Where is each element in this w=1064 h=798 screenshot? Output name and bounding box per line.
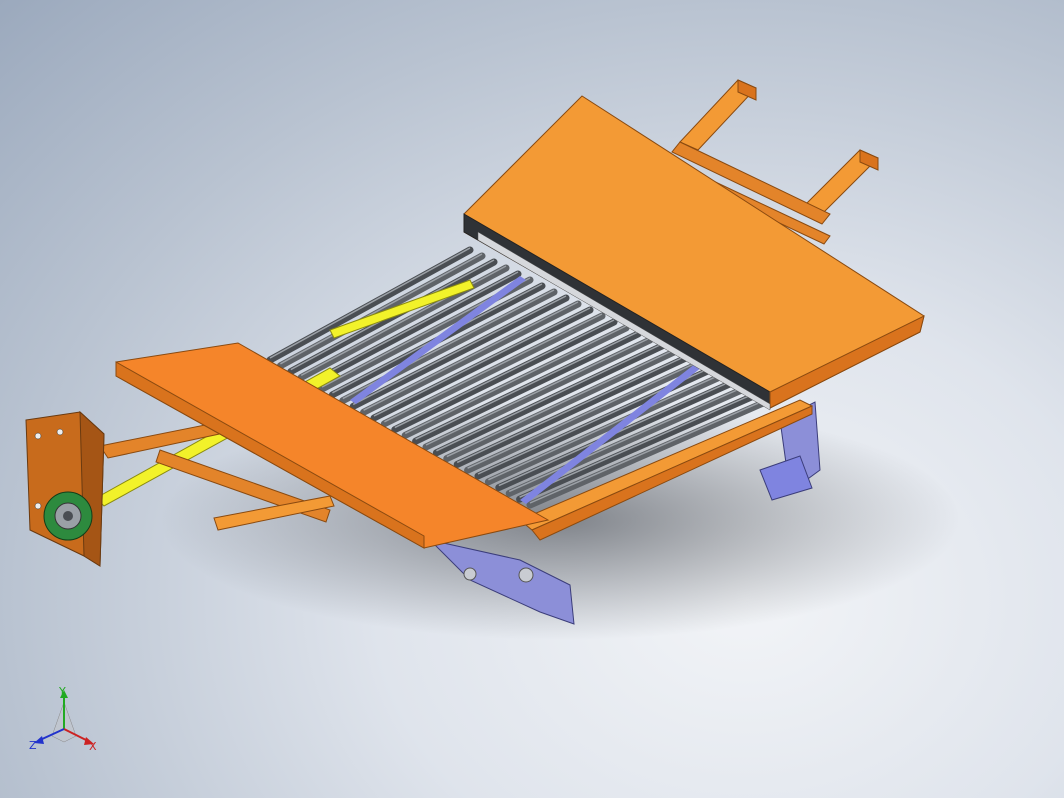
triad-z-label: Z xyxy=(29,739,37,752)
triad-x-label: X xyxy=(89,740,97,753)
drive-sprocket[interactable] xyxy=(43,491,93,541)
left-side-plate[interactable] xyxy=(25,410,105,567)
graphics-viewport[interactable]: Y Z X xyxy=(0,0,1064,798)
conveyor-assembly-model[interactable] xyxy=(0,0,1064,798)
triad-y-label: Y xyxy=(59,685,66,698)
axis-triad[interactable]: Y Z X xyxy=(26,684,106,756)
